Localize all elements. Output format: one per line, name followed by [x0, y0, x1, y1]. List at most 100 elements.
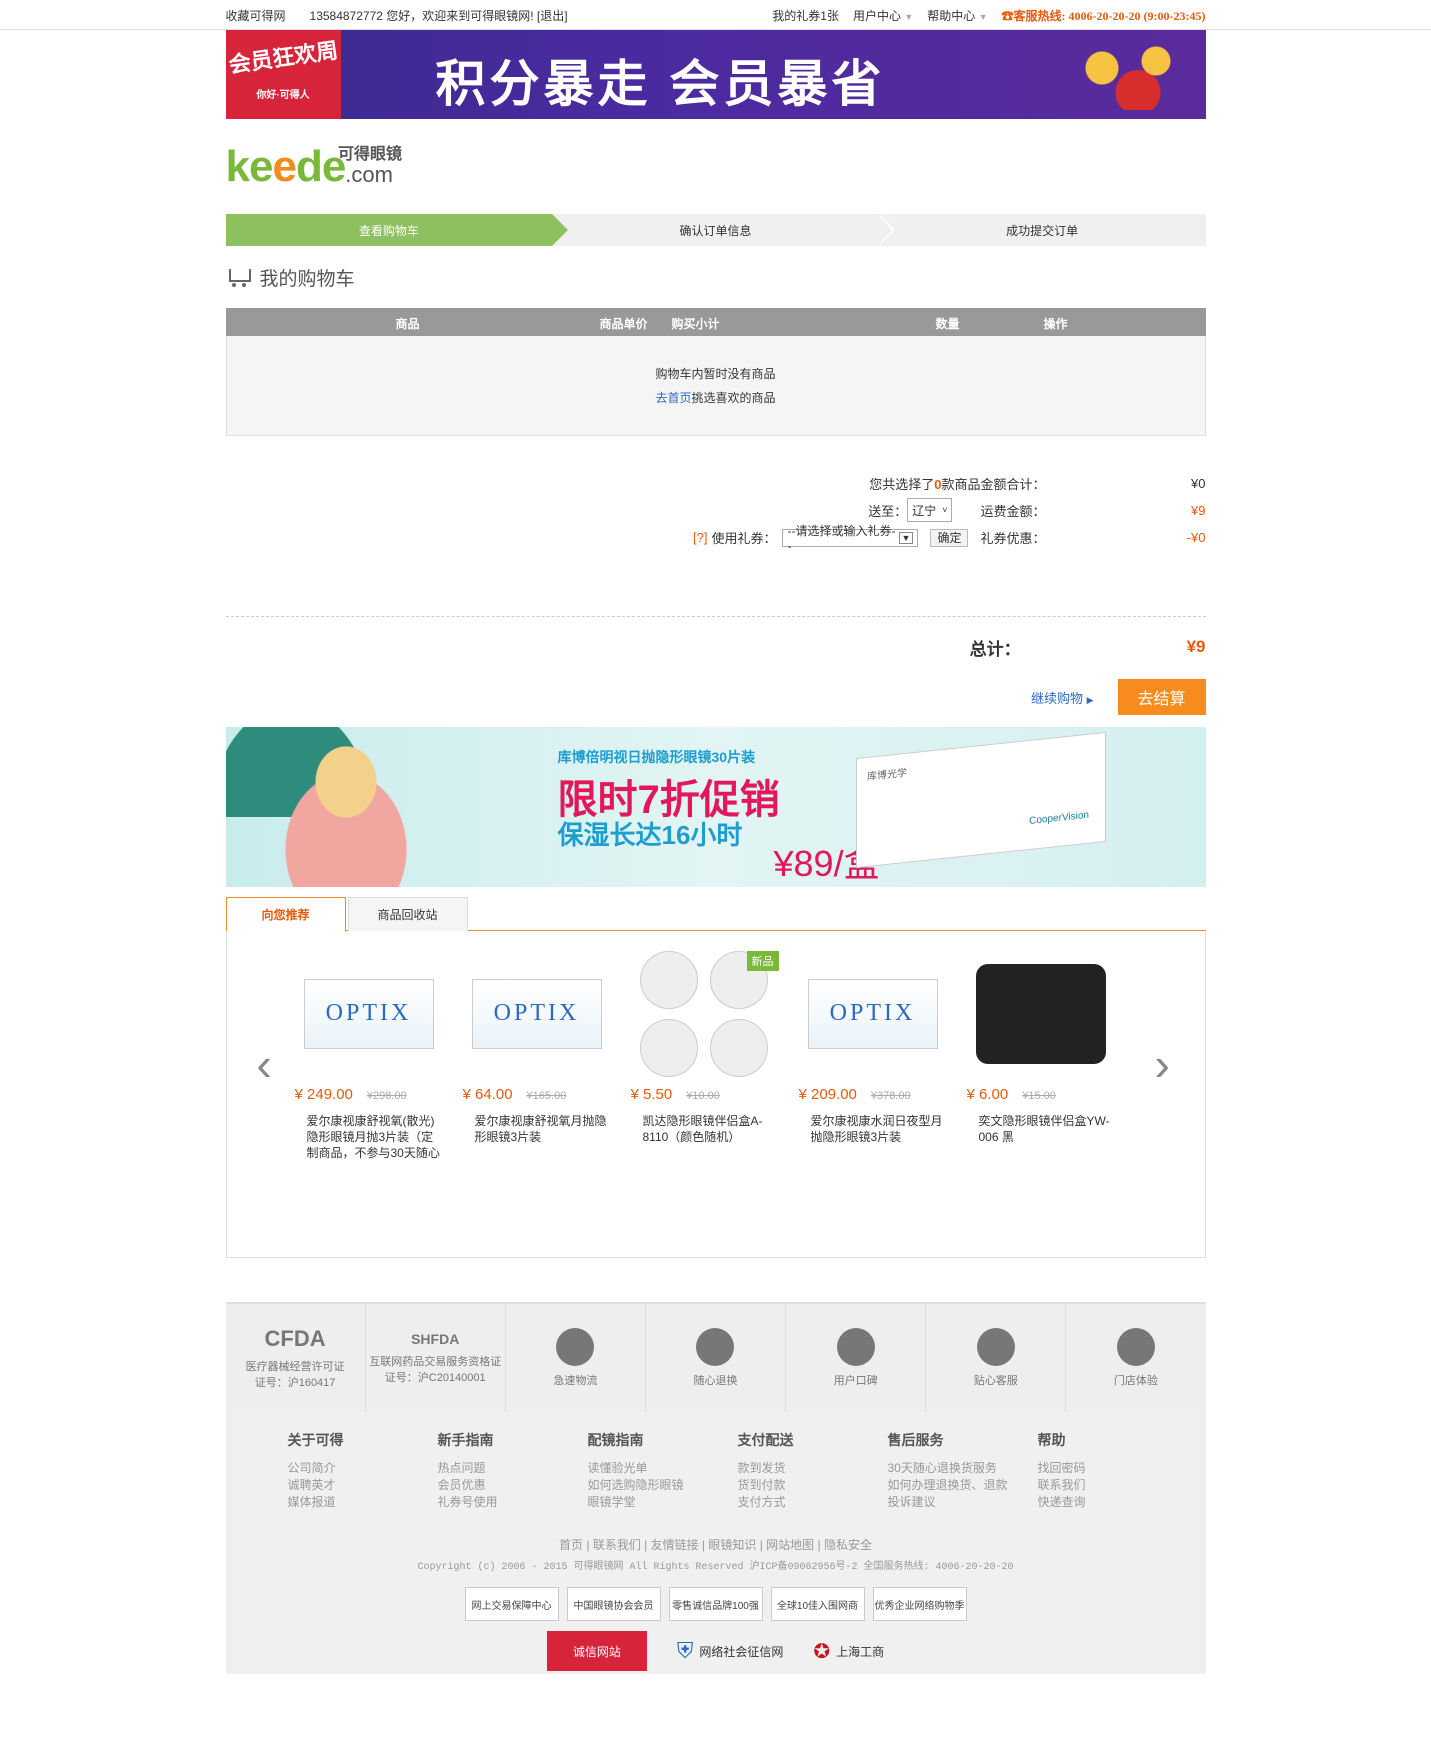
product-image[interactable]: OPTIX [799, 951, 947, 1076]
footer-link[interactable]: 支付方式 [738, 1494, 888, 1511]
customer-service[interactable]: 贴心客服 [926, 1304, 1067, 1412]
coupon-placeholder: --请选择或输入礼券-- [787, 524, 896, 553]
fi-line2: 证号：沪160417 [254, 1377, 336, 1389]
ship-fee: ¥9 [1191, 502, 1206, 518]
footer-link[interactable]: 会员优惠 [438, 1477, 588, 1494]
footer-link[interactable]: 找回密码 [1038, 1460, 1188, 1477]
site-logo[interactable]: keede .com 可得眼镜 [226, 119, 1206, 214]
trust-badges: 网上交易保障中心 中国眼镜协会会员 零售诚信品牌100强 全球10佳入围网商 优… [226, 1587, 1206, 1621]
promo-banner[interactable]: 库博倍明视日抛隐形眼镜30片装 限时7折促销 保湿长达16小时 ¥89/盒 库博… [225, 727, 1206, 887]
shanghai-aic-badge[interactable]: ✪ 上海工商 [813, 1631, 884, 1671]
coupons-link[interactable]: 我的礼券1张 [772, 7, 839, 24]
home-link[interactable]: 去首页 [655, 391, 691, 405]
product-price-row: ¥ 209.00 ¥378.00 [799, 1086, 947, 1103]
footer-link[interactable]: 诚聘英才 [288, 1477, 438, 1494]
product-name[interactable]: 爱尔康视康舒视氧月抛隐形眼镜3片装 [463, 1113, 611, 1161]
user-center-label: 用户中心 [852, 8, 901, 23]
checkout-button[interactable]: 去结算 [1117, 679, 1206, 715]
footer-link[interactable]: 公司简介 [288, 1460, 438, 1477]
product-image[interactable]: OPTIX [295, 951, 443, 1076]
hotline: ☎客服热线: 4006-20-20-20 (9:00-23:45) [1002, 7, 1206, 24]
chevron-left-icon[interactable]: ‹ [257, 1041, 277, 1087]
product-name[interactable]: 爱尔康视康舒视氧(散光)隐形眼镜月抛3片装（定制商品，不参与30天随心退换货服务… [295, 1113, 443, 1161]
product-price-row: ¥ 6.00 ¥15.00 [967, 1086, 1115, 1103]
woman-illustration [255, 737, 436, 887]
favorite-link[interactable]: 收藏可得网 [226, 7, 286, 24]
product-old-price: ¥15.00 [1022, 1090, 1056, 1102]
footer-link[interactable]: 投诉建议 [888, 1494, 1038, 1511]
trust-badge[interactable]: 零售诚信品牌100强 [668, 1587, 763, 1621]
shipping-row: 送至： 辽宁 ˅ 运费金额： ¥9 [868, 498, 1206, 522]
logo-com: .com [345, 162, 393, 187]
product-card[interactable]: OPTIX ¥ 64.00 ¥165.00 爱尔康视康舒视氧月抛隐形眼镜3片装 [463, 951, 611, 1161]
easy-return[interactable]: 随心退换 [646, 1304, 787, 1412]
trust-badge[interactable]: 优秀企业网络购物季 [872, 1587, 967, 1621]
footer-link[interactable]: 媒体报道 [288, 1494, 438, 1511]
product-card[interactable]: 新品 ¥ 5.50 ¥10.00 凯达隐形眼镜伴侣盒A-8110（颜色随机） [631, 950, 779, 1161]
selected-suffix: 款商品金额合计： [941, 477, 1046, 492]
bottom-links[interactable]: 首页 | 联系我们 | 友情链接 | 眼镜知识 | 网站地图 | 隐私安全 [226, 1536, 1206, 1553]
product-image[interactable] [967, 951, 1115, 1076]
discount-amount: -¥0 [1186, 530, 1206, 545]
product-box: OPTIX [807, 978, 938, 1049]
fast-delivery[interactable]: 急速物流 [506, 1304, 646, 1412]
product-image[interactable]: OPTIX [463, 951, 611, 1076]
total-label: 总计： [969, 639, 1021, 659]
tab-recommend[interactable]: 向您推荐 [225, 897, 346, 932]
credible-site-badge[interactable]: 诚信网站 [546, 1631, 647, 1671]
trust-badge[interactable]: 网上交易保障中心 [464, 1587, 559, 1621]
help-center-link[interactable]: 帮助中心 ▼ [927, 7, 987, 24]
footer-link[interactable]: 30天随心退换货服务 [888, 1460, 1038, 1477]
coupon-confirm-button[interactable]: 确定 [930, 528, 969, 547]
continue-shopping-link[interactable]: 继续购物 ▶ [1031, 688, 1094, 707]
province-select[interactable]: 辽宁 ˅ [907, 498, 953, 522]
credit-net-label: 网络社会征信网 [699, 1644, 784, 1659]
member-banner[interactable]: 会员狂欢周 你好·可得人 积分暴走 会员暴省 [225, 30, 1206, 119]
footer-col-payment: 支付配送 款到发货 货到付款 支付方式 [738, 1430, 888, 1509]
store-experience[interactable]: 门店体验 [1066, 1304, 1205, 1412]
step-submit-order: 成功提交订单 [1006, 223, 1079, 238]
footer-link[interactable]: 款到发货 [738, 1460, 888, 1477]
credit-net-badge[interactable]: ⛨ 网络社会征信网 [677, 1631, 784, 1671]
shfda-logo: SHFDA [411, 1331, 460, 1347]
product-card[interactable]: OPTIX ¥ 209.00 ¥378.00 爱尔康视康水润日夜型月抛隐形眼镜3片… [799, 951, 947, 1161]
product-price: ¥ 209.00 [798, 1086, 857, 1103]
product-name[interactable]: 奕文隐形眼镜伴侣盒YW-006 黑 [967, 1113, 1115, 1161]
coupon-help-link[interactable]: [?] [693, 530, 707, 545]
product-old-price: ¥165.00 [526, 1090, 567, 1102]
col-unit-price: 商品单价 [599, 317, 648, 331]
footer-link[interactable]: 热点问题 [438, 1460, 588, 1477]
duck-case [709, 1018, 768, 1077]
tab-recycle[interactable]: 商品回收站 [347, 897, 468, 931]
trust-badge[interactable]: 全球10佳入围网商 [770, 1587, 865, 1621]
footer-link[interactable]: 如何选购隐形眼镜 [588, 1477, 738, 1494]
footer-link[interactable]: 快递查询 [1038, 1494, 1188, 1511]
coupon-select[interactable]: --请选择或输入礼券-- ▼ [782, 524, 919, 553]
product-card[interactable]: ¥ 6.00 ¥15.00 奕文隐形眼镜伴侣盒YW-006 黑 [967, 951, 1115, 1161]
checkout-steps: 查看购物车 确认订单信息 成功提交订单 [225, 214, 1206, 246]
footer-link[interactable]: 礼券号使用 [438, 1494, 588, 1511]
product-card[interactable]: OPTIX ¥ 249.00 ¥298.00 爱尔康视康舒视氧(散光)隐形眼镜月抛… [295, 951, 443, 1161]
selected-label: 您共选择了0款商品金额合计： [869, 474, 1045, 493]
footer-link[interactable]: 如何办理退换货、退款 [888, 1477, 1038, 1494]
ship-to-label: 送至： [868, 503, 908, 519]
user-reviews[interactable]: 用户口碑 [786, 1304, 927, 1412]
trust-badge[interactable]: 中国眼镜协会会员 [566, 1587, 661, 1621]
coupon-row: [?] 使用礼券： --请选择或输入礼券-- ▼ 确定 礼券优惠： -¥0 [693, 524, 1206, 553]
cfda-license[interactable]: CFDA 医疗器械经营许可证 证号：沪160417 [226, 1304, 366, 1412]
fi-line1: 门店体验 [1113, 1375, 1158, 1387]
product-price: ¥ 64.00 [462, 1086, 513, 1103]
product-name[interactable]: 爱尔康视康水润日夜型月抛隐形眼镜3片装 [799, 1113, 947, 1161]
product-price-row: ¥ 249.00 ¥298.00 [295, 1086, 443, 1103]
box-title: 库博光学 [866, 767, 907, 783]
shfda-license[interactable]: SHFDA 互联网药品交易服务资格证 证号：沪C20140001 [366, 1304, 506, 1412]
footer-link[interactable]: 眼镜学堂 [588, 1494, 738, 1511]
chevron-right-icon[interactable]: › [1155, 1041, 1175, 1087]
product-name[interactable]: 凯达隐形眼镜伴侣盒A-8110（颜色随机） [631, 1113, 779, 1161]
footer-link[interactable]: 货到付款 [738, 1477, 888, 1494]
footer-link[interactable]: 联系我们 [1038, 1477, 1188, 1494]
product-image[interactable]: 新品 [631, 950, 779, 1077]
chevron-right-icon: ▶ [1086, 694, 1094, 705]
user-center-link[interactable]: 用户中心 ▼ [853, 7, 913, 24]
footer-link[interactable]: 读懂验光单 [588, 1460, 738, 1477]
